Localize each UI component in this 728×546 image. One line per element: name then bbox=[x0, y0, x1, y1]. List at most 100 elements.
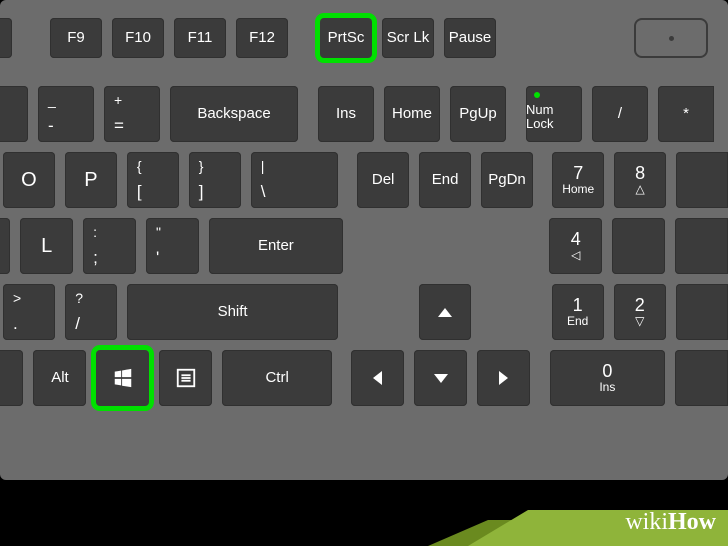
key-o[interactable]: O bbox=[3, 152, 55, 208]
key-shift[interactable]: Shift bbox=[127, 284, 337, 340]
key-np-period-partial[interactable] bbox=[675, 350, 728, 406]
numlock-led-icon bbox=[534, 92, 540, 98]
key-lbracket[interactable]: { [ bbox=[127, 152, 179, 208]
key-scrlk[interactable]: Scr Lk bbox=[382, 18, 434, 58]
key-p[interactable]: P bbox=[65, 152, 117, 208]
key-ins[interactable]: Ins bbox=[318, 86, 374, 142]
key-np-multiply[interactable]: * bbox=[658, 86, 714, 142]
np2-main: 2 bbox=[635, 295, 645, 316]
key-arrow-down[interactable] bbox=[414, 350, 467, 406]
key-pgdn[interactable]: PgDn bbox=[481, 152, 533, 208]
key-equals-lower: = bbox=[114, 116, 124, 136]
key-arrow-up[interactable] bbox=[419, 284, 471, 340]
key-semi-lower: ; bbox=[93, 248, 98, 268]
key-rbracket-lower: ] bbox=[199, 182, 204, 202]
key-windows[interactable] bbox=[96, 350, 149, 406]
shift-row: > . ? / Shift 1 End 2 ▽ bbox=[0, 284, 728, 340]
power-button[interactable] bbox=[634, 18, 708, 58]
np7-main: 7 bbox=[573, 163, 583, 184]
key-quote-lower: ' bbox=[156, 248, 159, 268]
key-arrow-right[interactable] bbox=[477, 350, 530, 406]
arrow-up-icon bbox=[438, 308, 452, 317]
np8-main: 8 bbox=[635, 163, 645, 184]
bottom-row: Alt Ctrl 0 Ins bbox=[0, 350, 728, 406]
key-del[interactable]: Del bbox=[357, 152, 409, 208]
key-backslash-upper: | bbox=[261, 158, 265, 174]
np4-sub: ◁ bbox=[571, 249, 580, 263]
key-arrow-left[interactable] bbox=[351, 350, 404, 406]
key-np7[interactable]: 7 Home bbox=[552, 152, 604, 208]
key-rbracket[interactable]: } ] bbox=[189, 152, 241, 208]
np0-main: 0 bbox=[602, 361, 612, 382]
key-f10[interactable]: F10 bbox=[112, 18, 164, 58]
key-0[interactable]: 0 bbox=[0, 86, 28, 142]
key-slash[interactable]: ? / bbox=[65, 284, 117, 340]
key-backslash[interactable]: | \ bbox=[251, 152, 338, 208]
key-numlock[interactable]: Num Lock bbox=[526, 86, 582, 142]
key-alt[interactable]: Alt bbox=[33, 350, 86, 406]
arrow-right-icon bbox=[499, 371, 508, 385]
key-f9[interactable]: F9 bbox=[50, 18, 102, 58]
key-period[interactable]: > . bbox=[3, 284, 55, 340]
fn-row: 8 F9 F10 F11 F12 PrtSc Scr Lk Pause bbox=[0, 18, 728, 58]
key-semi-upper: : bbox=[93, 224, 97, 240]
key-period-lower: . bbox=[13, 314, 18, 334]
key-end[interactable]: End bbox=[419, 152, 471, 208]
key-lbracket-upper: { bbox=[137, 158, 142, 174]
key-home[interactable]: Home bbox=[384, 86, 440, 142]
np1-sub: End bbox=[567, 315, 588, 329]
key-ctrl[interactable]: Ctrl bbox=[222, 350, 332, 406]
wikihow-banner: wikiHow bbox=[428, 480, 728, 546]
arrow-down-icon bbox=[434, 374, 448, 383]
key-np2[interactable]: 2 ▽ bbox=[614, 284, 666, 340]
key-np9-partial[interactable] bbox=[676, 152, 728, 208]
key-backslash-lower: \ bbox=[261, 182, 266, 202]
key-np3-partial[interactable] bbox=[676, 284, 728, 340]
key-equals-upper: + bbox=[114, 92, 122, 108]
key-np4[interactable]: 4 ◁ bbox=[549, 218, 602, 274]
key-pause[interactable]: Pause bbox=[444, 18, 496, 58]
key-np8[interactable]: 8 △ bbox=[614, 152, 666, 208]
key-f8[interactable]: 8 bbox=[0, 18, 12, 58]
key-menu[interactable] bbox=[159, 350, 212, 406]
key-backspace[interactable]: Backspace bbox=[170, 86, 298, 142]
key-minus-lower: - bbox=[48, 116, 54, 136]
key-semicolon[interactable]: : ; bbox=[83, 218, 136, 274]
key-quote-upper: " bbox=[156, 224, 161, 240]
np0-sub: Ins bbox=[599, 381, 615, 395]
np7-sub: Home bbox=[562, 183, 594, 197]
arrow-left-icon bbox=[373, 371, 382, 385]
np8-sub: △ bbox=[636, 183, 645, 197]
np2-sub: ▽ bbox=[635, 315, 644, 329]
key-rbracket-upper: } bbox=[199, 158, 204, 174]
key-partial-space[interactable] bbox=[0, 350, 23, 406]
key-np-divide[interactable]: / bbox=[592, 86, 648, 142]
key-np5[interactable] bbox=[612, 218, 665, 274]
key-f11[interactable]: F11 bbox=[174, 18, 226, 58]
key-lbracket-lower: [ bbox=[137, 182, 142, 202]
key-np0[interactable]: 0 Ins bbox=[550, 350, 665, 406]
key-slash-upper: ? bbox=[75, 290, 83, 306]
how-text: How bbox=[668, 509, 716, 535]
key-equals[interactable]: + = bbox=[104, 86, 160, 142]
key-quote[interactable]: " ' bbox=[146, 218, 199, 274]
home-row: L : ; " ' Enter 4 ◁ bbox=[0, 218, 728, 274]
power-dot-icon bbox=[669, 36, 674, 41]
menu-icon bbox=[175, 367, 197, 389]
key-prtsc[interactable]: PrtSc bbox=[320, 18, 372, 58]
np4-main: 4 bbox=[571, 229, 581, 250]
key-l[interactable]: L bbox=[20, 218, 73, 274]
keyboard-frame: 8 F9 F10 F11 F12 PrtSc Scr Lk Pause 0 _ … bbox=[0, 0, 728, 480]
key-slash-lower: / bbox=[75, 314, 80, 334]
key-pgup[interactable]: PgUp bbox=[450, 86, 506, 142]
key-partial-k[interactable] bbox=[0, 218, 10, 274]
number-row: 0 _ - + = Backspace Ins Home PgUp Num Lo… bbox=[0, 86, 728, 142]
key-minus-upper: _ bbox=[48, 92, 56, 108]
key-np1[interactable]: 1 End bbox=[552, 284, 604, 340]
key-minus[interactable]: _ - bbox=[38, 86, 94, 142]
key-enter[interactable]: Enter bbox=[209, 218, 343, 274]
key-f12[interactable]: F12 bbox=[236, 18, 288, 58]
key-np6-partial[interactable] bbox=[675, 218, 728, 274]
np1-main: 1 bbox=[573, 295, 583, 316]
windows-icon bbox=[112, 367, 134, 389]
